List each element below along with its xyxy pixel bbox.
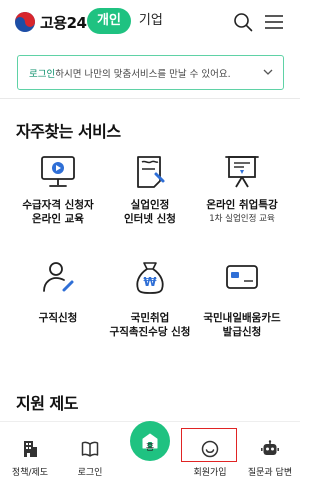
robot-icon bbox=[261, 440, 279, 455]
service-label: 온라인 취업특강 bbox=[206, 199, 278, 211]
money-bag-icon: ₩ bbox=[136, 262, 164, 294]
banner-login-link[interactable]: 로그인 bbox=[29, 69, 55, 80]
service-learning-card[interactable]: 국민내일배움카드 발급신청 bbox=[192, 257, 292, 339]
nav-home-label: 홈 bbox=[145, 443, 155, 453]
tab-business[interactable]: 기업 bbox=[139, 8, 163, 34]
svg-text:₩: ₩ bbox=[143, 275, 157, 289]
service-online-education[interactable]: 수급자격 신청자 온라인 교육 bbox=[8, 152, 108, 226]
service-job-seeking-allowance[interactable]: ₩ 국민취업 구직촉진수당 신청 bbox=[100, 257, 200, 339]
banner-message: 하시면 나만의 맞춤서비스를 만날 수 있어요. bbox=[55, 68, 231, 80]
service-label: 국민내일배움카드 bbox=[203, 312, 281, 324]
service-label-2: 인터넷 신청 bbox=[124, 213, 176, 225]
nav-faq[interactable]: 질문과 답변 bbox=[240, 422, 300, 499]
nav-policy[interactable]: 정책/제도 bbox=[0, 422, 60, 499]
hamburger-menu-icon[interactable] bbox=[264, 14, 284, 30]
login-banner[interactable]: 로그인하시면 나만의 맞춤서비스를 만날 수 있어요. bbox=[17, 55, 284, 90]
taegeuk-logo-icon bbox=[15, 12, 35, 32]
service-label: 국민취업 bbox=[130, 312, 170, 324]
app-header: 고용24 개인 기업 bbox=[0, 0, 300, 48]
nav-login[interactable]: 로그인 bbox=[60, 422, 120, 499]
service-label: 수급자격 신청자 bbox=[22, 199, 94, 211]
nav-label: 정책/제도 bbox=[11, 468, 49, 478]
service-label: 구직신청 bbox=[38, 312, 78, 324]
service-sublabel: 1차 실업인정 교육 bbox=[209, 214, 275, 224]
signup-highlight-box bbox=[181, 428, 237, 462]
user-type-toggle: 개인 기업 bbox=[87, 8, 163, 34]
card-icon bbox=[226, 265, 258, 289]
service-label-2: 구직촉진수당 신청 bbox=[109, 326, 191, 338]
frequent-services-title: 자주찾는 서비스 bbox=[16, 122, 121, 141]
presentation-board-icon bbox=[225, 156, 259, 188]
document-edit-icon bbox=[137, 156, 165, 188]
book-icon bbox=[81, 441, 99, 457]
tab-personal[interactable]: 개인 bbox=[87, 8, 131, 34]
service-label-2: 발급신청 bbox=[222, 326, 262, 338]
support-programs-title: 지원 제도 bbox=[16, 394, 78, 413]
nav-label: 로그인 bbox=[77, 468, 103, 478]
chevron-down-icon[interactable] bbox=[263, 68, 273, 76]
divider bbox=[0, 98, 300, 99]
service-label: 실업인정 bbox=[130, 199, 170, 211]
logo[interactable]: 고용24 bbox=[14, 11, 87, 33]
monitor-play-icon bbox=[41, 156, 75, 187]
service-online-lecture[interactable]: 온라인 취업특강 1차 실업인정 교육 bbox=[192, 152, 292, 226]
building-icon bbox=[24, 441, 37, 457]
service-label-2: 온라인 교육 bbox=[32, 213, 84, 225]
person-edit-icon bbox=[43, 262, 74, 292]
service-job-application[interactable]: 구직신청 bbox=[8, 257, 108, 325]
nav-label: 회원가입 bbox=[193, 468, 227, 478]
logo-text: 고용24 bbox=[40, 13, 87, 32]
banner-text: 로그인하시면 나만의 맞춤서비스를 만날 수 있어요. bbox=[29, 66, 231, 80]
search-icon[interactable] bbox=[233, 12, 253, 32]
nav-label: 질문과 답변 bbox=[247, 468, 293, 478]
service-unemployment-recognition[interactable]: 실업인정 인터넷 신청 bbox=[100, 152, 200, 226]
